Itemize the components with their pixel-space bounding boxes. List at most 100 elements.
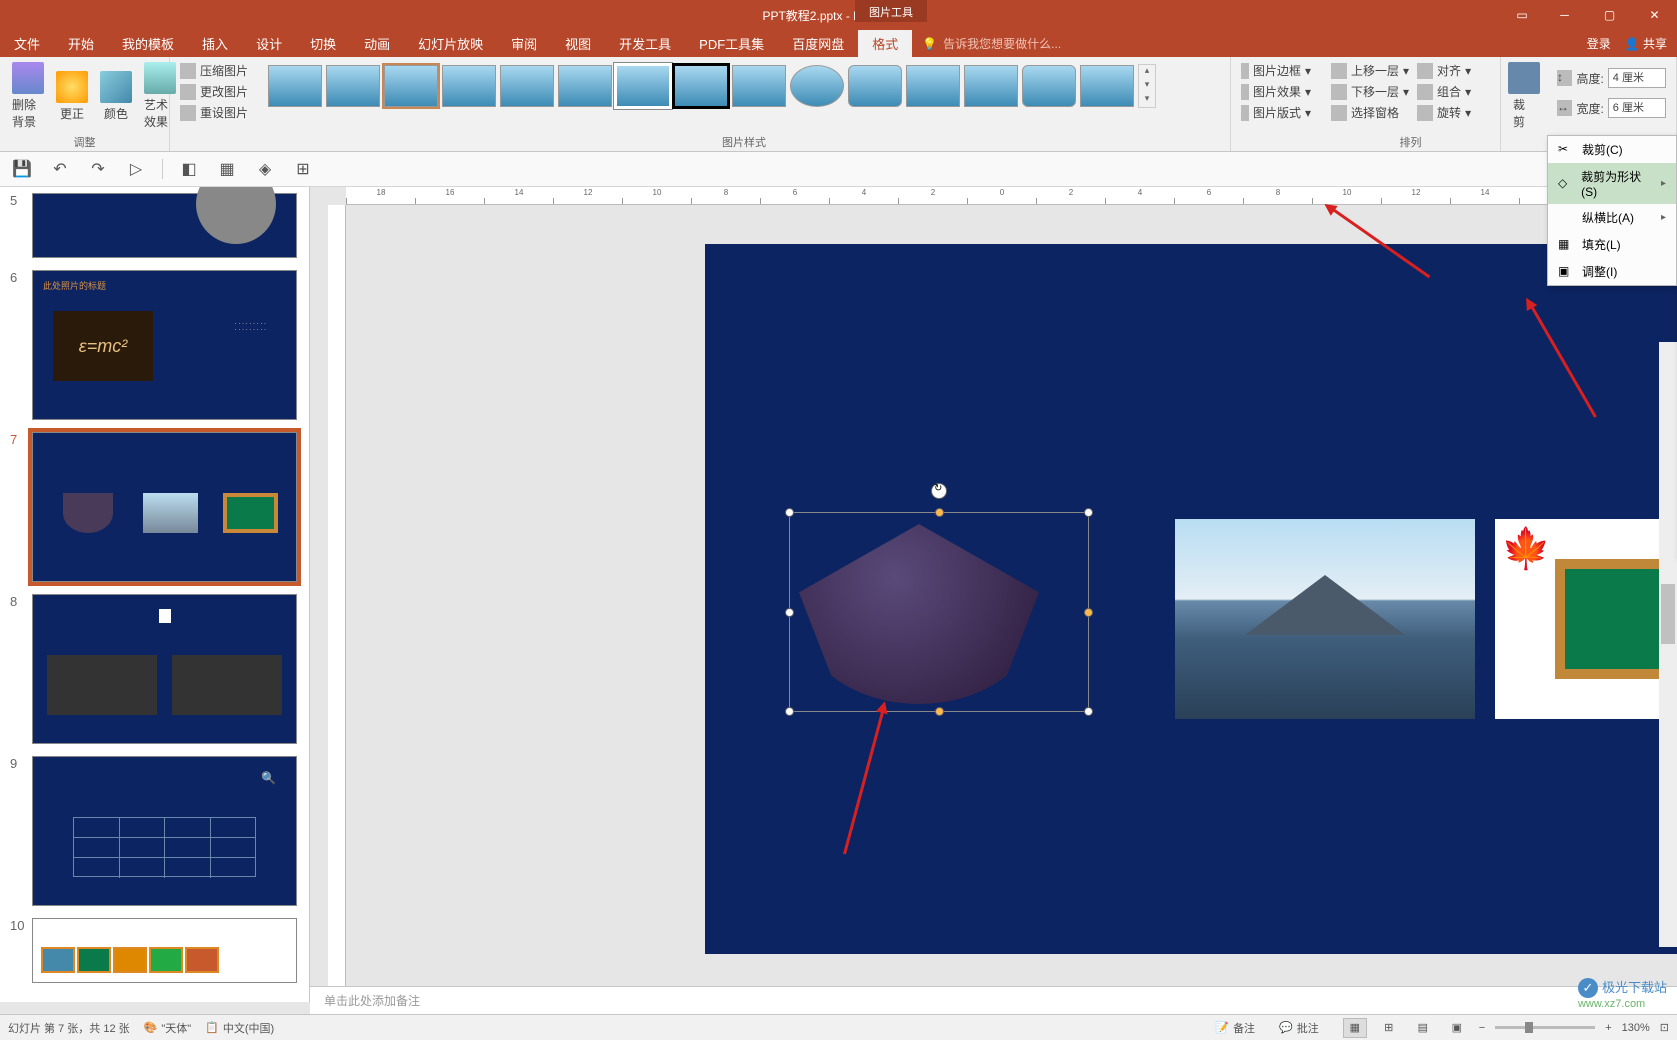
- picture-effects-button[interactable]: 图片效果 ▾: [1237, 81, 1315, 102]
- notes-pane[interactable]: 单击此处添加备注: [310, 986, 1677, 1014]
- selection-pane-button[interactable]: 选择窗格: [1327, 102, 1413, 123]
- fit-to-window-button[interactable]: ⊡: [1660, 1021, 1669, 1034]
- picture-style-7[interactable]: [616, 65, 670, 107]
- slide-thumb-7[interactable]: 7: [0, 426, 309, 588]
- start-from-beginning-button[interactable]: ▷: [124, 157, 148, 181]
- picture-style-3[interactable]: [384, 65, 438, 107]
- align-button[interactable]: 对齐 ▾: [1413, 60, 1475, 81]
- tab-baidu-netdisk[interactable]: 百度网盘: [778, 30, 858, 57]
- qat-button-1[interactable]: ◧: [177, 157, 201, 181]
- rotate-button[interactable]: 旋转 ▾: [1413, 102, 1475, 123]
- picture-border-button[interactable]: 图片边框 ▾: [1237, 60, 1315, 81]
- picture-style-1[interactable]: [268, 65, 322, 107]
- reset-picture-button[interactable]: 重设图片: [176, 102, 252, 123]
- crop-menu-crop[interactable]: ✂裁剪(C): [1548, 136, 1676, 163]
- tab-review[interactable]: 审阅: [497, 30, 551, 57]
- redo-button[interactable]: ↷: [86, 157, 110, 181]
- slide-canvas[interactable]: [705, 244, 1677, 954]
- picture-style-11[interactable]: [848, 65, 902, 107]
- picture-style-14[interactable]: [1022, 65, 1076, 107]
- gallery-scroll[interactable]: ▴▾▾: [1138, 64, 1156, 108]
- qat-button-4[interactable]: ⊞: [291, 157, 315, 181]
- zoom-slider[interactable]: [1495, 1026, 1595, 1029]
- login-link[interactable]: 登录: [1587, 35, 1611, 52]
- picture-style-6[interactable]: [558, 65, 612, 107]
- zoom-level[interactable]: 130%: [1622, 1022, 1650, 1034]
- tab-file[interactable]: 文件: [0, 30, 54, 57]
- picture-style-13[interactable]: [964, 65, 1018, 107]
- tab-home[interactable]: 开始: [54, 30, 108, 57]
- height-field[interactable]: ↕高度: 4 厘米: [1553, 66, 1670, 90]
- tab-format[interactable]: 格式: [858, 30, 912, 57]
- change-picture-button[interactable]: 更改图片: [176, 81, 252, 102]
- resize-handle[interactable]: [935, 508, 944, 517]
- resize-handle[interactable]: [1084, 707, 1093, 716]
- corrections-button[interactable]: 更正: [50, 60, 94, 132]
- tab-transitions[interactable]: 切换: [296, 30, 350, 57]
- sorter-view-button[interactable]: ⊞: [1377, 1018, 1401, 1038]
- resize-handle[interactable]: [935, 707, 944, 716]
- resize-handle[interactable]: [785, 608, 794, 617]
- picture-style-2[interactable]: [326, 65, 380, 107]
- crop-menu-aspect-ratio[interactable]: 纵横比(A)▸: [1548, 204, 1676, 231]
- undo-button[interactable]: ↶: [48, 157, 72, 181]
- group-button[interactable]: 组合 ▾: [1413, 81, 1475, 102]
- language-status[interactable]: 📋 中文(中国): [205, 1020, 274, 1036]
- send-backward-button[interactable]: 下移一层 ▾: [1327, 81, 1413, 102]
- qat-button-2[interactable]: ▦: [215, 157, 239, 181]
- picture-style-4[interactable]: [442, 65, 496, 107]
- save-button[interactable]: 💾: [10, 157, 34, 181]
- width-field[interactable]: ↔宽度: 6 厘米: [1553, 96, 1670, 120]
- tell-me-search[interactable]: 💡告诉我您想要做什么...: [922, 35, 1061, 52]
- slide-thumb-5[interactable]: 5: [0, 187, 309, 264]
- image-chalkboard[interactable]: [1495, 519, 1677, 719]
- selection-box[interactable]: [789, 512, 1089, 712]
- color-button[interactable]: 颜色: [94, 60, 138, 132]
- picture-style-10[interactable]: [790, 65, 844, 107]
- picture-style-5[interactable]: [500, 65, 554, 107]
- maximize-button[interactable]: ▢: [1587, 0, 1632, 30]
- resize-handle[interactable]: [1084, 608, 1093, 617]
- slide-thumb-10[interactable]: 10: [0, 912, 309, 989]
- share-button[interactable]: 👤 共享: [1625, 35, 1667, 52]
- image-mountain[interactable]: [1175, 519, 1475, 719]
- slide-thumb-6[interactable]: 6 此处照片的标题 ε=mc² · · · · · · · · ·· · · ·…: [0, 264, 309, 426]
- ribbon-display-options-icon[interactable]: ▭: [1502, 0, 1542, 30]
- tab-slideshow[interactable]: 幻灯片放映: [404, 30, 497, 57]
- tab-insert[interactable]: 插入: [188, 30, 242, 57]
- crop-button[interactable]: 裁剪: [1507, 60, 1541, 132]
- slide-canvas-area[interactable]: [310, 187, 1677, 1002]
- tab-animations[interactable]: 动画: [350, 30, 404, 57]
- rotate-handle-icon[interactable]: [931, 483, 947, 499]
- qat-button-3[interactable]: ◈: [253, 157, 277, 181]
- crop-menu-crop-to-shape[interactable]: ◇裁剪为形状(S)▸: [1548, 163, 1676, 204]
- picture-styles-gallery[interactable]: ▴▾▾: [264, 60, 1224, 112]
- minimize-button[interactable]: ─: [1542, 0, 1587, 30]
- picture-style-9[interactable]: [732, 65, 786, 107]
- resize-handle[interactable]: [785, 508, 794, 517]
- tab-view[interactable]: 视图: [551, 30, 605, 57]
- bring-forward-button[interactable]: 上移一层 ▾: [1327, 60, 1413, 81]
- picture-style-8[interactable]: [674, 65, 728, 107]
- comments-toggle-button[interactable]: 💬 批注: [1279, 1020, 1319, 1036]
- resize-handle[interactable]: [1084, 508, 1093, 517]
- resize-handle[interactable]: [785, 707, 794, 716]
- vertical-scrollbar[interactable]: [1659, 342, 1677, 947]
- zoom-in-button[interactable]: +: [1605, 1022, 1611, 1034]
- remove-background-button[interactable]: 删除背景: [6, 60, 50, 132]
- compress-pictures-button[interactable]: 压缩图片: [176, 60, 252, 81]
- notes-toggle-button[interactable]: 📝 备注: [1215, 1020, 1255, 1036]
- picture-style-15[interactable]: [1080, 65, 1134, 107]
- slide-thumbnail-panel[interactable]: 5 6 此处照片的标题 ε=mc² · · · · · · · · ·· · ·…: [0, 187, 310, 1002]
- picture-style-12[interactable]: [906, 65, 960, 107]
- tab-pdf-tools[interactable]: PDF工具集: [685, 30, 778, 57]
- reading-view-button[interactable]: ▤: [1411, 1018, 1435, 1038]
- normal-view-button[interactable]: ▦: [1343, 1018, 1367, 1038]
- close-button[interactable]: ✕: [1632, 0, 1677, 30]
- crop-menu-fit[interactable]: ▣调整(I): [1548, 258, 1676, 285]
- tab-developer[interactable]: 开发工具: [605, 30, 685, 57]
- zoom-out-button[interactable]: −: [1479, 1022, 1485, 1034]
- crop-menu-fill[interactable]: ▦填充(L): [1548, 231, 1676, 258]
- slide-thumb-9[interactable]: 9 🔍: [0, 750, 309, 912]
- picture-layout-button[interactable]: 图片版式 ▾: [1237, 102, 1315, 123]
